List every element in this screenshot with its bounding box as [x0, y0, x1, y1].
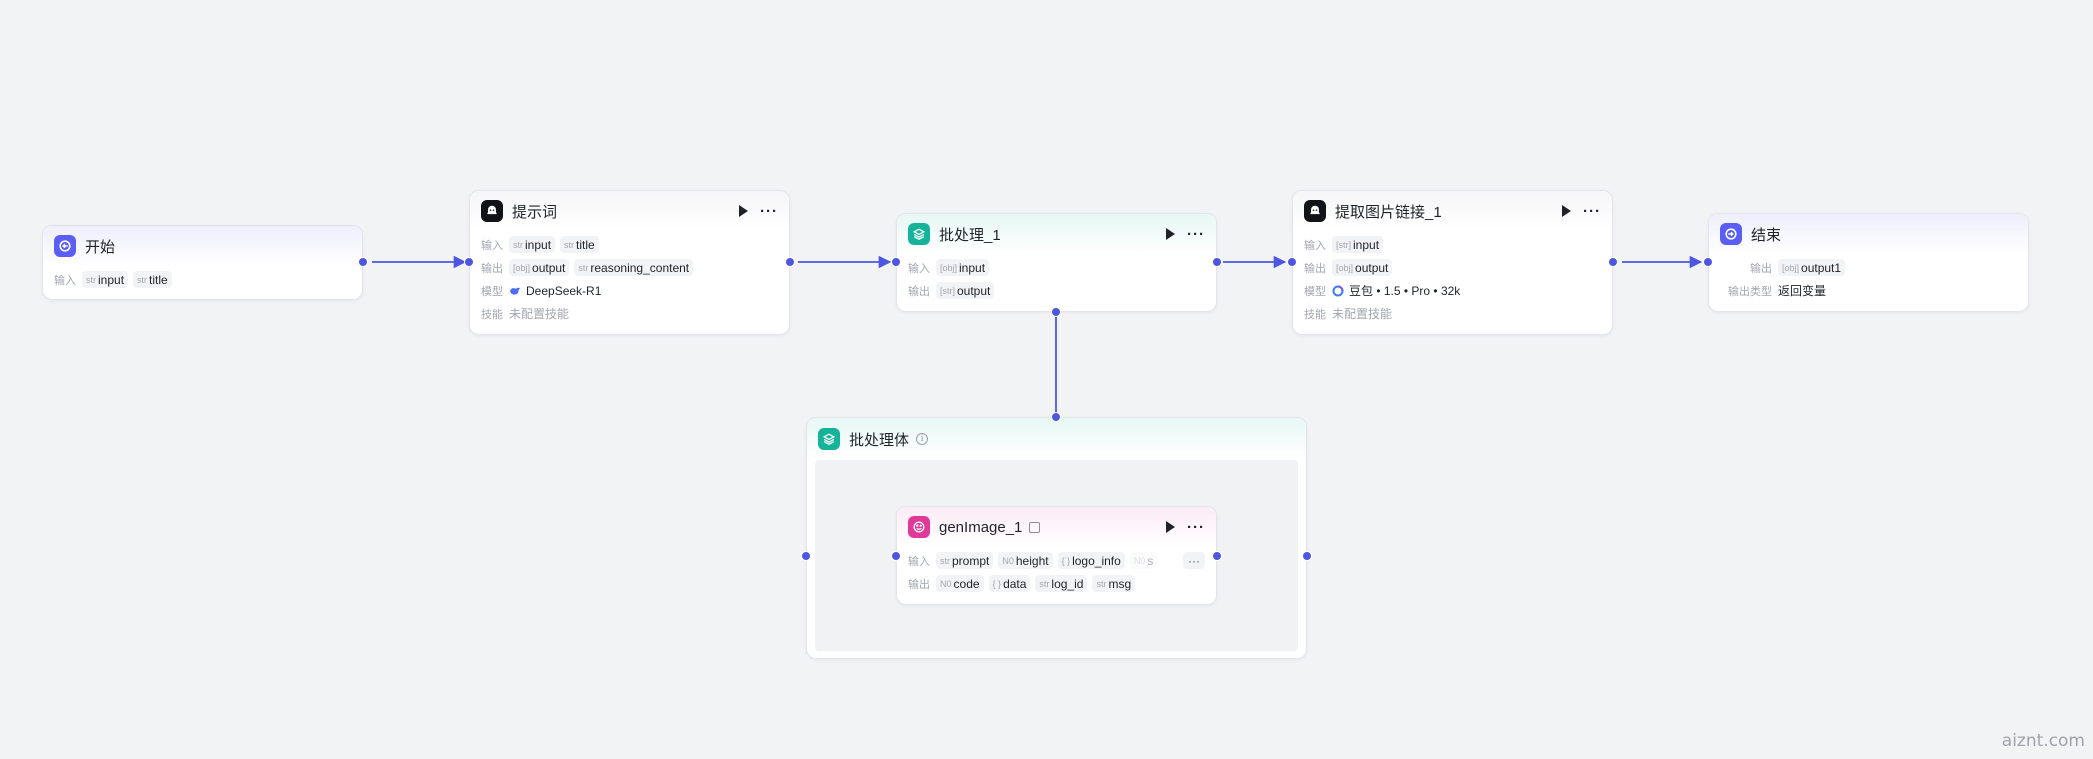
output-tag: [obj] output — [1332, 259, 1393, 276]
doubao-icon — [1332, 285, 1344, 296]
input-tag: str input — [509, 236, 556, 253]
node-title: 提取图片链接_1 — [1335, 203, 1442, 221]
start-icon — [54, 235, 76, 257]
model-row: 模型 豆包 • 1.5 • Pro • 32k — [1304, 284, 1461, 298]
more-icon[interactable]: ··· — [1187, 520, 1205, 535]
workflow-canvas[interactable]: 开始 输入 str input str title 提示词 ··· 输入 str i — [0, 0, 2093, 759]
plugin-icon — [908, 516, 930, 538]
port-body-left[interactable] — [801, 551, 811, 561]
run-icon[interactable] — [1166, 228, 1175, 240]
outputs-row: 输出 [obj] output — [1304, 256, 1601, 279]
node-title: 结束 — [1751, 226, 1782, 244]
port-batch-out[interactable] — [1212, 257, 1222, 267]
model-row: 模型 DeepSeek-R1 — [481, 283, 602, 298]
skill-row: 技能 未配置技能 — [481, 307, 570, 321]
outputs-row: 输出 N0 code { } data str log_id str msg — [908, 572, 1205, 595]
node-title: genImage_1 — [939, 518, 1023, 536]
run-icon[interactable] — [1166, 521, 1175, 533]
port-genimage-out[interactable] — [1212, 551, 1222, 561]
port-prompt-in[interactable] — [464, 257, 474, 267]
input-tag: [str] input — [1332, 236, 1384, 253]
output-tag: { } data — [988, 575, 1031, 592]
node-start[interactable]: 开始 输入 str input str title — [42, 225, 363, 300]
node-start-header: 开始 — [43, 226, 362, 266]
node-extract-header: 提取图片链接_1 ··· — [1293, 191, 1612, 231]
more-inputs-button[interactable]: ··· — [1183, 552, 1205, 569]
inputs-row: 输入 str input str title — [481, 233, 778, 256]
inputs-row: 输入 str input str title — [54, 268, 351, 291]
port-end-in[interactable] — [1703, 257, 1713, 267]
output-tag: str reasoning_content — [574, 259, 694, 276]
output-type-row: 输出类型 返回变量 — [1728, 284, 1827, 298]
more-icon[interactable]: ··· — [1583, 204, 1601, 219]
output-tag: [obj] output — [509, 259, 570, 276]
input-tag: str title — [560, 236, 599, 253]
end-icon — [1720, 223, 1742, 245]
outputs-row: 输出 [str] output — [908, 279, 1205, 302]
llm-icon — [1304, 200, 1326, 222]
output-tag: [str] output — [936, 282, 995, 299]
batch-body-header: 批处理体 i — [807, 418, 1306, 460]
skill-row: 技能 未配置技能 — [1304, 307, 1393, 321]
deepseek-icon — [510, 287, 520, 295]
more-icon[interactable]: ··· — [760, 204, 778, 219]
input-tag: { } logo_info — [1057, 552, 1125, 569]
port-start-out[interactable] — [358, 257, 368, 267]
port-extract-out[interactable] — [1608, 257, 1618, 267]
port-batch-body-out[interactable] — [1051, 307, 1061, 317]
node-gen-image[interactable]: genImage_1 ··· 输入 str prompt N0 height { }… — [896, 506, 1217, 605]
node-gen-image-header: genImage_1 ··· — [897, 507, 1216, 547]
output-tag: [obj] output1 — [1778, 259, 1846, 276]
port-batch-in[interactable] — [891, 257, 901, 267]
output-tag: str log_id — [1035, 575, 1088, 592]
info-icon[interactable]: i — [916, 433, 929, 445]
input-tag: str input — [82, 271, 129, 288]
plugin-badge-icon — [1029, 521, 1041, 533]
run-icon[interactable] — [1562, 205, 1571, 217]
inputs-row: 输入 str prompt N0 height { } logo_info N0 s ·… — [908, 549, 1205, 572]
node-title: 批处理体 — [849, 431, 910, 449]
run-icon[interactable] — [739, 205, 748, 217]
node-title: 提示词 — [512, 203, 558, 221]
node-extract[interactable]: 提取图片链接_1 ··· 输入 [str] input 输出 [obj] outpu… — [1292, 190, 1613, 335]
output-tag: str msg — [1092, 575, 1136, 592]
node-batch-header: 批处理_1 ··· — [897, 214, 1216, 254]
output-tag: N0 code — [936, 575, 984, 592]
node-title: 批处理_1 — [939, 226, 1001, 244]
port-extract-in[interactable] — [1287, 257, 1297, 267]
port-genimage-in[interactable] — [891, 551, 901, 561]
node-prompt[interactable]: 提示词 ··· 输入 str input str title 输出 [obj] out… — [469, 190, 790, 335]
node-end[interactable]: 结束 输出 [obj] output1 输出类型 返回变量 — [1708, 213, 2029, 312]
node-end-header: 结束 — [1709, 214, 2028, 254]
batch-icon — [908, 223, 930, 245]
batch-icon — [818, 428, 840, 450]
inputs-row: 输入 [str] input — [1304, 233, 1601, 256]
more-icon[interactable]: ··· — [1187, 227, 1205, 242]
input-tag: [obj] input — [936, 259, 990, 276]
input-tag: N0 s — [1129, 552, 1158, 569]
outputs-row: 输出 [obj] output1 — [1720, 256, 2017, 279]
input-tag: N0 height — [998, 552, 1053, 569]
watermark: aiznt.com — [2001, 731, 2085, 751]
port-prompt-out[interactable] — [785, 257, 795, 267]
input-tag: str title — [133, 271, 172, 288]
node-batch[interactable]: 批处理_1 ··· 输入 [obj] input 输出 [str] output — [896, 213, 1217, 312]
port-body-right[interactable] — [1302, 551, 1312, 561]
outputs-row: 输出 [obj] output str reasoning_content — [481, 256, 778, 279]
llm-icon — [481, 200, 503, 222]
node-title: 开始 — [85, 238, 116, 256]
node-prompt-header: 提示词 ··· — [470, 191, 789, 231]
inputs-row: 输入 [obj] input — [908, 256, 1205, 279]
input-tag: str prompt — [936, 552, 994, 569]
port-body-in[interactable] — [1051, 412, 1061, 422]
